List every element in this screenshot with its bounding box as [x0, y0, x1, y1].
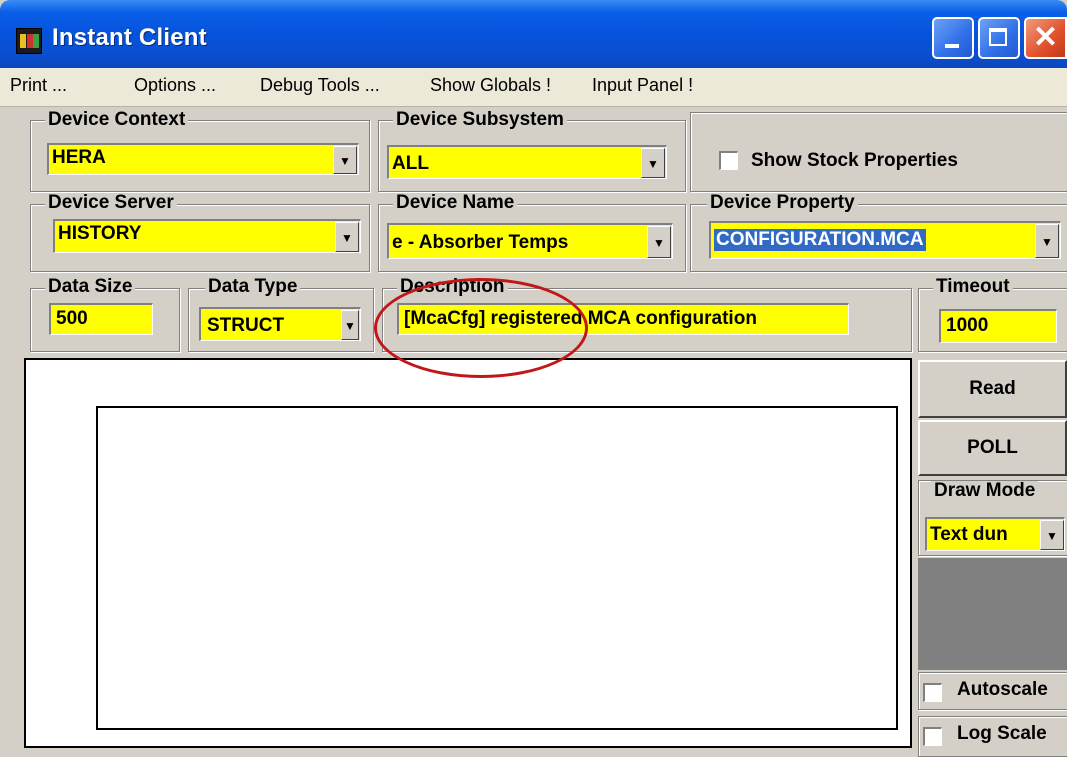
maximize-icon [980, 19, 1018, 57]
status-panel [918, 558, 1067, 670]
close-icon: ✕ [1032, 21, 1059, 54]
chevron-down-icon[interactable]: ▼ [333, 146, 357, 174]
device-server-combo[interactable]: HISTORY ▼ [53, 219, 361, 253]
timeout-group: Timeout 1000 [918, 277, 1067, 352]
log-scale-label: Log Scale [957, 723, 1047, 744]
device-subsystem-combo[interactable]: ALL ▼ [387, 145, 667, 179]
menu-input-panel[interactable]: Input Panel ! [592, 75, 693, 96]
menu-options[interactable]: Options ... [134, 75, 216, 96]
draw-mode-combo[interactable]: Text dun ▼ [925, 517, 1065, 551]
data-display-area[interactable] [24, 358, 912, 748]
instant-client-window: Instant Client ✕ Print ... Options ... D… [0, 0, 1067, 757]
minimize-icon [934, 19, 972, 57]
data-type-group: Data Type STRUCT ▼ [188, 277, 374, 352]
data-size-label: Data Size [45, 277, 136, 297]
device-context-value: HERA [52, 147, 106, 168]
draw-mode-group: Draw Mode Text dun ▼ [918, 480, 1067, 556]
device-server-label: Device Server [45, 193, 177, 213]
autoscale-checkbox[interactable] [923, 683, 942, 702]
menu-show-globals[interactable]: Show Globals ! [430, 75, 551, 96]
device-name-value: e - Absorber Temps [392, 232, 569, 253]
menu-print[interactable]: Print ... [10, 75, 67, 96]
data-size-group: Data Size 500 [30, 277, 180, 352]
chevron-down-icon[interactable]: ▼ [1035, 224, 1059, 258]
data-type-label: Data Type [205, 277, 301, 297]
device-property-value: CONFIGURATION.MCA [714, 229, 926, 251]
poll-button[interactable]: POLL [918, 420, 1067, 476]
autoscale-group: Autoscale [918, 672, 1067, 710]
device-subsystem-label: Device Subsystem [393, 110, 567, 130]
device-subsystem-group: Device Subsystem ALL ▼ [378, 110, 686, 192]
autoscale-label: Autoscale [957, 679, 1048, 700]
data-size-input[interactable]: 500 [49, 303, 153, 335]
stock-properties-group: Show Stock Properties [690, 112, 1067, 192]
device-name-combo[interactable]: e - Absorber Temps ▼ [387, 223, 673, 259]
title-bar[interactable]: Instant Client ✕ [0, 0, 1067, 68]
app-icon [16, 28, 42, 54]
chevron-down-icon[interactable]: ▼ [641, 148, 665, 178]
window-title: Instant Client [52, 24, 207, 51]
device-property-group: Device Property CONFIGURATION.MCA ▼ [690, 193, 1067, 272]
close-button[interactable]: ✕ [1024, 17, 1067, 59]
chevron-down-icon[interactable]: ▼ [335, 222, 359, 252]
device-context-group: Device Context HERA ▼ [30, 110, 370, 192]
log-scale-group: Log Scale [918, 716, 1067, 757]
device-context-combo[interactable]: HERA ▼ [47, 143, 359, 175]
timeout-label: Timeout [933, 277, 1013, 297]
device-subsystem-value: ALL [392, 153, 429, 174]
chevron-down-icon[interactable]: ▼ [647, 226, 671, 258]
show-stock-properties-checkbox[interactable] [719, 151, 738, 170]
device-name-label: Device Name [393, 193, 518, 213]
read-button[interactable]: Read [918, 360, 1067, 418]
data-type-combo[interactable]: STRUCT ▼ [199, 307, 361, 341]
plot-frame [96, 406, 898, 730]
draw-mode-label: Draw Mode [931, 481, 1039, 501]
chevron-down-icon[interactable]: ▼ [1040, 520, 1064, 550]
device-context-label: Device Context [45, 110, 189, 130]
device-server-group: Device Server HISTORY ▼ [30, 193, 370, 272]
device-name-group: Device Name e - Absorber Temps ▼ [378, 193, 686, 272]
draw-mode-value: Text dun [930, 524, 1008, 545]
show-stock-properties-label: Show Stock Properties [751, 150, 958, 171]
timeout-input[interactable]: 1000 [939, 309, 1057, 343]
device-server-value: HISTORY [58, 223, 142, 244]
data-type-value: STRUCT [207, 315, 285, 336]
menu-bar: Print ... Options ... Debug Tools ... Sh… [0, 68, 1067, 107]
chevron-down-icon[interactable]: ▼ [341, 310, 359, 340]
log-scale-checkbox[interactable] [923, 727, 942, 746]
device-property-label: Device Property [707, 193, 858, 213]
device-property-combo[interactable]: CONFIGURATION.MCA ▼ [709, 221, 1061, 259]
menu-debug-tools[interactable]: Debug Tools ... [260, 75, 380, 96]
minimize-button[interactable] [932, 17, 974, 59]
maximize-button[interactable] [978, 17, 1020, 59]
annotation-ellipse [374, 278, 588, 378]
